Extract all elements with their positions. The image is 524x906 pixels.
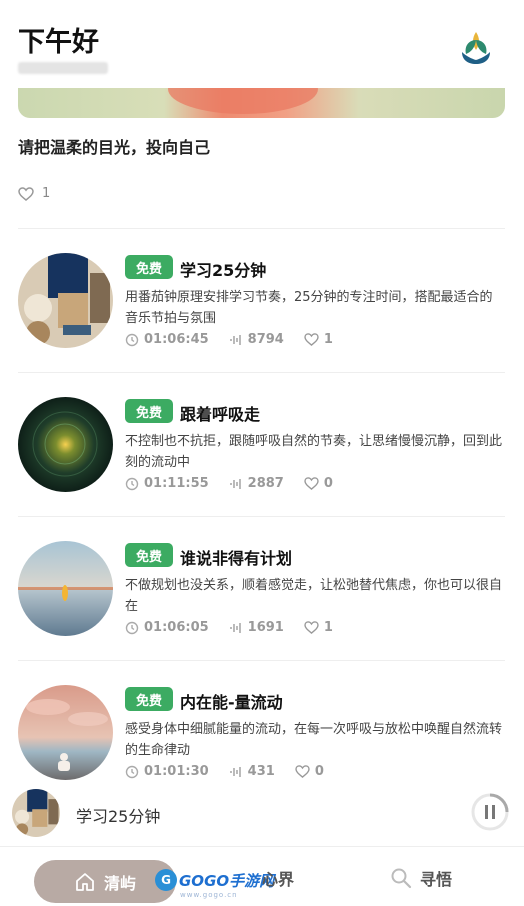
watermark-logo: G GOGO手游网 xyxy=(155,869,274,891)
item-title: 谁说非得有计划 xyxy=(180,549,293,568)
tab-home-label: 清屿 xyxy=(103,873,136,893)
item-likes: 0 xyxy=(314,764,324,779)
heart-icon xyxy=(304,477,319,490)
waveform-icon xyxy=(229,766,241,777)
item-duration: 01:06:05 xyxy=(144,620,209,635)
item-meta: 01:11:55 2887 0 xyxy=(125,476,353,491)
divider xyxy=(18,372,505,373)
item-thumbnail xyxy=(18,253,113,348)
item-title: 学习25分钟 xyxy=(180,261,267,280)
item-like-button[interactable]: 1 xyxy=(304,620,333,635)
item-duration: 01:11:55 xyxy=(144,476,209,491)
banner-decoration xyxy=(168,84,318,114)
featured-like-count: 1 xyxy=(42,186,51,201)
free-badge: 免费 xyxy=(125,543,173,567)
heart-icon xyxy=(18,186,34,201)
clock-icon xyxy=(125,333,139,346)
item-plays: 1691 xyxy=(247,620,284,635)
lotus-logo-icon[interactable] xyxy=(456,28,496,66)
pause-icon[interactable] xyxy=(470,792,510,832)
item-plays: 8794 xyxy=(247,332,284,347)
tab-search[interactable]: 寻悟 xyxy=(390,861,452,895)
item-title: 跟着呼吸走 xyxy=(180,405,261,424)
item-description: 用番茄钟原理安排学习节奏，25分钟的专注时间，搭配最适合的音乐节拍与氛围 xyxy=(125,290,493,326)
item-duration: 01:01:30 xyxy=(144,764,209,779)
item-like-button[interactable]: 0 xyxy=(304,476,333,491)
item-likes: 1 xyxy=(323,620,333,635)
tab-mind-label: 心界 xyxy=(262,870,295,889)
item-title: 内在能-量流动 xyxy=(180,693,283,712)
item-thumbnail xyxy=(18,685,113,780)
heart-icon xyxy=(295,765,310,778)
item-thumbnail xyxy=(18,397,113,492)
item-plays: 431 xyxy=(247,764,275,779)
item-like-button[interactable]: 1 xyxy=(304,332,333,347)
featured-quote: 请把温柔的目光，投向自己 xyxy=(18,138,211,157)
heart-icon xyxy=(304,333,319,346)
item-description: 不做规划也没关系，顺着感觉走，让松弛替代焦虑，你也可以很自在 xyxy=(125,578,503,614)
free-badge: 免费 xyxy=(125,255,173,279)
waveform-icon xyxy=(229,622,241,633)
featured-banner-image[interactable] xyxy=(18,84,505,118)
player-thumbnail xyxy=(12,789,60,837)
mini-player[interactable]: 学习25分钟 xyxy=(0,785,524,841)
item-likes: 1 xyxy=(323,332,333,347)
free-badge: 免费 xyxy=(125,687,173,711)
divider xyxy=(18,516,505,517)
item-meta: 01:01:30 431 0 xyxy=(125,764,344,779)
player-title: 学习25分钟 xyxy=(76,807,161,826)
clock-icon xyxy=(125,621,139,634)
blurred-subtitle xyxy=(18,62,108,74)
item-description: 感受身体中细腻能量的流动，在每一次呼吸与放松中唤醒自然流转的生命律动 xyxy=(125,722,503,758)
featured-like-button[interactable]: 1 xyxy=(18,186,50,201)
waveform-icon xyxy=(229,334,241,345)
divider xyxy=(18,660,505,661)
home-icon xyxy=(76,872,94,891)
tab-mind[interactable]: 心界 xyxy=(262,861,294,895)
tab-search-label: 寻悟 xyxy=(420,870,453,889)
watermark-url: www.gogo.cn xyxy=(180,891,238,899)
item-plays: 2887 xyxy=(247,476,284,491)
free-badge: 免费 xyxy=(125,399,173,423)
clock-icon xyxy=(125,477,139,490)
item-likes: 0 xyxy=(323,476,333,491)
item-like-button[interactable]: 0 xyxy=(295,764,324,779)
watermark-circle: G xyxy=(155,869,177,891)
header: 下午好 xyxy=(0,0,524,88)
bottom-tab-bar: 清屿 G GOGO手游网 www.gogo.cn 心界 寻悟 xyxy=(0,846,524,906)
item-meta: 01:06:45 8794 1 xyxy=(125,332,353,347)
search-icon xyxy=(391,868,412,889)
heart-icon xyxy=(304,621,319,634)
item-description: 不控制也不抗拒，跟随呼吸自然的节奏，让思绪慢慢沉静，回到此刻的流动中 xyxy=(125,434,503,470)
waveform-icon xyxy=(229,478,241,489)
clock-icon xyxy=(125,765,139,778)
item-duration: 01:06:45 xyxy=(144,332,209,347)
greeting-title: 下午好 xyxy=(18,27,99,58)
watermark-brand: GOGO手游网 xyxy=(179,871,275,890)
divider xyxy=(18,228,505,229)
item-meta: 01:06:05 1691 1 xyxy=(125,620,353,635)
item-thumbnail xyxy=(18,541,113,636)
